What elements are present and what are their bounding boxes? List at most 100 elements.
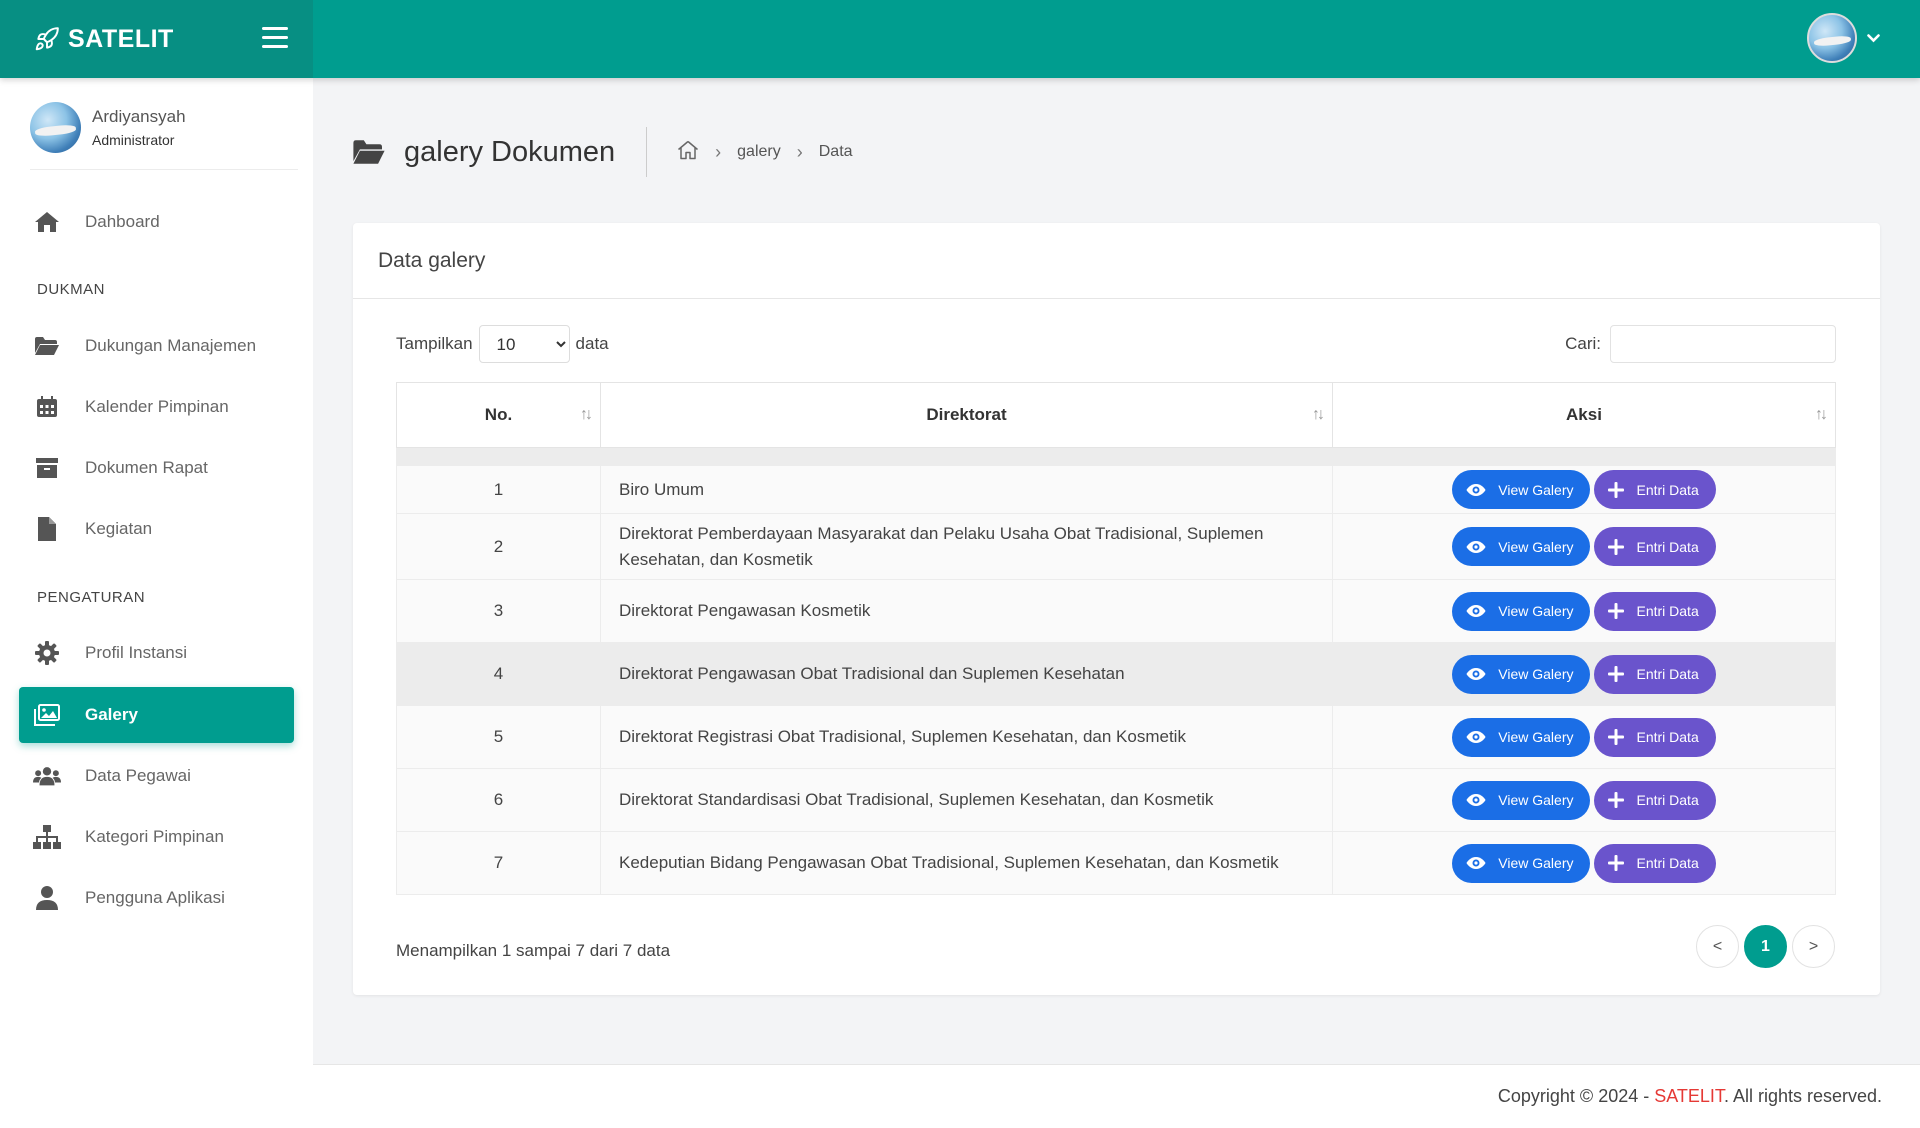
users-icon [33, 766, 61, 786]
sidebar-item-label: Pengguna Aplikasi [85, 888, 225, 907]
home-icon[interactable] [677, 140, 699, 165]
eye-icon [1466, 730, 1486, 744]
sidebar-item-dukungan-manajemen[interactable]: Dukungan Manajemen [19, 318, 294, 374]
table-info: Menampilkan 1 sampai 7 dari 7 data [396, 941, 671, 960]
column-header-direktorat[interactable]: Direktorat ↑↓ [600, 382, 1333, 448]
images-icon [33, 704, 61, 726]
plus-icon [1608, 538, 1625, 555]
pagination-next-button[interactable]: > [1792, 925, 1835, 968]
avatar [30, 102, 81, 153]
archive-icon [33, 458, 61, 478]
plus-icon [1608, 666, 1625, 682]
brand-name: SATELIT [68, 24, 174, 53]
sidebar-profile: Ardiyansyah Administrator [30, 102, 298, 170]
sidebar-item-kategori-pimpinan[interactable]: Kategori Pimpinan [19, 809, 294, 865]
plus-icon [1608, 481, 1625, 498]
data-card: Data galery Tampilkan 10 data Cari: No. ↑… [353, 223, 1880, 995]
search-control: Cari: [1565, 325, 1836, 363]
row-number: 7 [396, 831, 601, 895]
entri-data-button[interactable]: Entri Data [1594, 654, 1716, 694]
entri-data-button[interactable]: Entri Data [1594, 591, 1716, 631]
entri-data-button[interactable]: Entri Data [1594, 843, 1716, 883]
row-actions: View Galery Entri Data [1332, 768, 1836, 832]
search-label: Cari: [1565, 334, 1601, 353]
page-title: galery Dokumen [404, 135, 616, 168]
footer: Copyright © 2024 - SATELIT. All rights r… [313, 1064, 1920, 1128]
view-galery-button[interactable]: View Galery [1452, 843, 1591, 883]
sidebar-item-kalender-pimpinan[interactable]: Kalender Pimpinan [19, 379, 294, 435]
sidebar-item-data-pegawai[interactable]: Data Pegawai [19, 748, 294, 804]
breadcrumb-item-galery[interactable]: galery [737, 143, 781, 161]
sidebar-item-label: Dokumen Rapat [85, 458, 208, 477]
row-number: 4 [396, 642, 601, 706]
breadcrumb: › galery › Data [677, 140, 853, 165]
page-length-control: Tampilkan 10 data [396, 325, 609, 363]
breadcrumb-item-data: Data [818, 143, 853, 160]
entri-data-button[interactable]: Entri Data [1594, 717, 1716, 757]
table-row: 4 Direktorat Pengawasan Obat Tradisional … [396, 642, 1836, 706]
column-header-no[interactable]: No. ↑↓ [396, 382, 601, 448]
row-direktorat: Biro Umum [600, 465, 1333, 514]
page-length-select[interactable]: 10 [478, 325, 570, 363]
pagination-page-1[interactable]: 1 [1744, 925, 1787, 968]
row-number: 1 [396, 465, 601, 514]
eye-icon [1466, 856, 1486, 870]
view-galery-button[interactable]: View Galery [1452, 527, 1591, 566]
menu-toggle-icon[interactable] [262, 27, 290, 51]
table-row: 3 Direktorat Pengawasan Kosmetik View Gale… [396, 579, 1836, 643]
home-icon [33, 211, 61, 233]
sidebar-item-label: Kalender Pimpinan [85, 397, 229, 416]
chevron-right-icon: › [796, 141, 803, 162]
column-header-aksi[interactable]: Aksi ↑↓ [1332, 382, 1836, 448]
sidebar: Ardiyansyah Administrator Dahboard DUKMA… [0, 78, 313, 1128]
file-icon [33, 517, 61, 541]
gear-icon [33, 641, 61, 665]
table-row: 1 Biro Umum View Galery Entri Data [396, 465, 1836, 514]
view-galery-button[interactable]: View Galery [1452, 654, 1591, 694]
search-input[interactable] [1610, 325, 1836, 363]
entri-data-button[interactable]: Entri Data [1594, 527, 1716, 566]
view-galery-button[interactable]: View Galery [1452, 591, 1591, 631]
sort-icon: ↑↓ [580, 406, 593, 423]
sidebar-item-dashboard[interactable]: Dahboard [19, 194, 294, 250]
pagination-prev-button[interactable]: < [1696, 925, 1739, 968]
view-galery-button[interactable]: View Galery [1452, 780, 1591, 820]
footer-brand-link[interactable]: SATELIT [1654, 1086, 1724, 1106]
eye-icon [1466, 483, 1486, 497]
entri-data-button[interactable]: Entri Data [1594, 780, 1716, 820]
user-name: Ardiyansyah [92, 107, 186, 126]
row-actions: View Galery Entri Data [1332, 831, 1836, 895]
row-actions: View Galery Entri Data [1332, 705, 1836, 769]
sidebar-item-profil-instansi[interactable]: Profil Instansi [19, 625, 294, 681]
eye-icon [1466, 793, 1486, 807]
sidebar-section-pengaturan: PENGATURAN [37, 589, 146, 606]
eye-icon [1466, 540, 1486, 554]
divider [646, 127, 648, 177]
sidebar-section-dukman: DUKMAN [37, 281, 106, 298]
table-row: 2 Direktorat Pemberdayaan Masyarakat dan … [396, 513, 1836, 580]
table-row: 7 Kedeputian Bidang Pengawasan Obat Tradi… [396, 831, 1836, 895]
view-galery-button[interactable]: View Galery [1452, 717, 1591, 757]
row-direktorat: Direktorat Pengawasan Kosmetik [600, 579, 1333, 643]
sidebar-item-galery[interactable]: Galery [19, 687, 294, 743]
row-direktorat: Kedeputian Bidang Pengawasan Obat Tradis… [600, 831, 1333, 895]
plus-icon [1608, 855, 1625, 871]
row-direktorat: Direktorat Standardisasi Obat Tradisiona… [600, 768, 1333, 832]
sitemap-icon [33, 825, 61, 849]
eye-icon [1466, 667, 1486, 681]
chevron-right-icon: › [715, 141, 722, 162]
rocket-icon [34, 25, 62, 53]
row-direktorat: Direktorat Pengawasan Obat Tradisional d… [600, 642, 1333, 706]
user-role: Administrator [92, 132, 175, 148]
top-navbar: SATELIT [0, 0, 1920, 78]
row-number: 2 [396, 513, 601, 580]
sidebar-item-pengguna-aplikasi[interactable]: Pengguna Aplikasi [19, 870, 294, 926]
view-galery-button[interactable]: View Galery [1452, 470, 1591, 509]
row-number: 5 [396, 705, 601, 769]
sidebar-item-kegiatan[interactable]: Kegiatan [19, 501, 294, 557]
avatar [1807, 13, 1857, 63]
entri-data-button[interactable]: Entri Data [1594, 470, 1716, 509]
user-menu[interactable] [1807, 13, 1880, 63]
sidebar-item-dokumen-rapat[interactable]: Dokumen Rapat [19, 440, 294, 496]
sidebar-item-label: Dukungan Manajemen [85, 336, 257, 355]
